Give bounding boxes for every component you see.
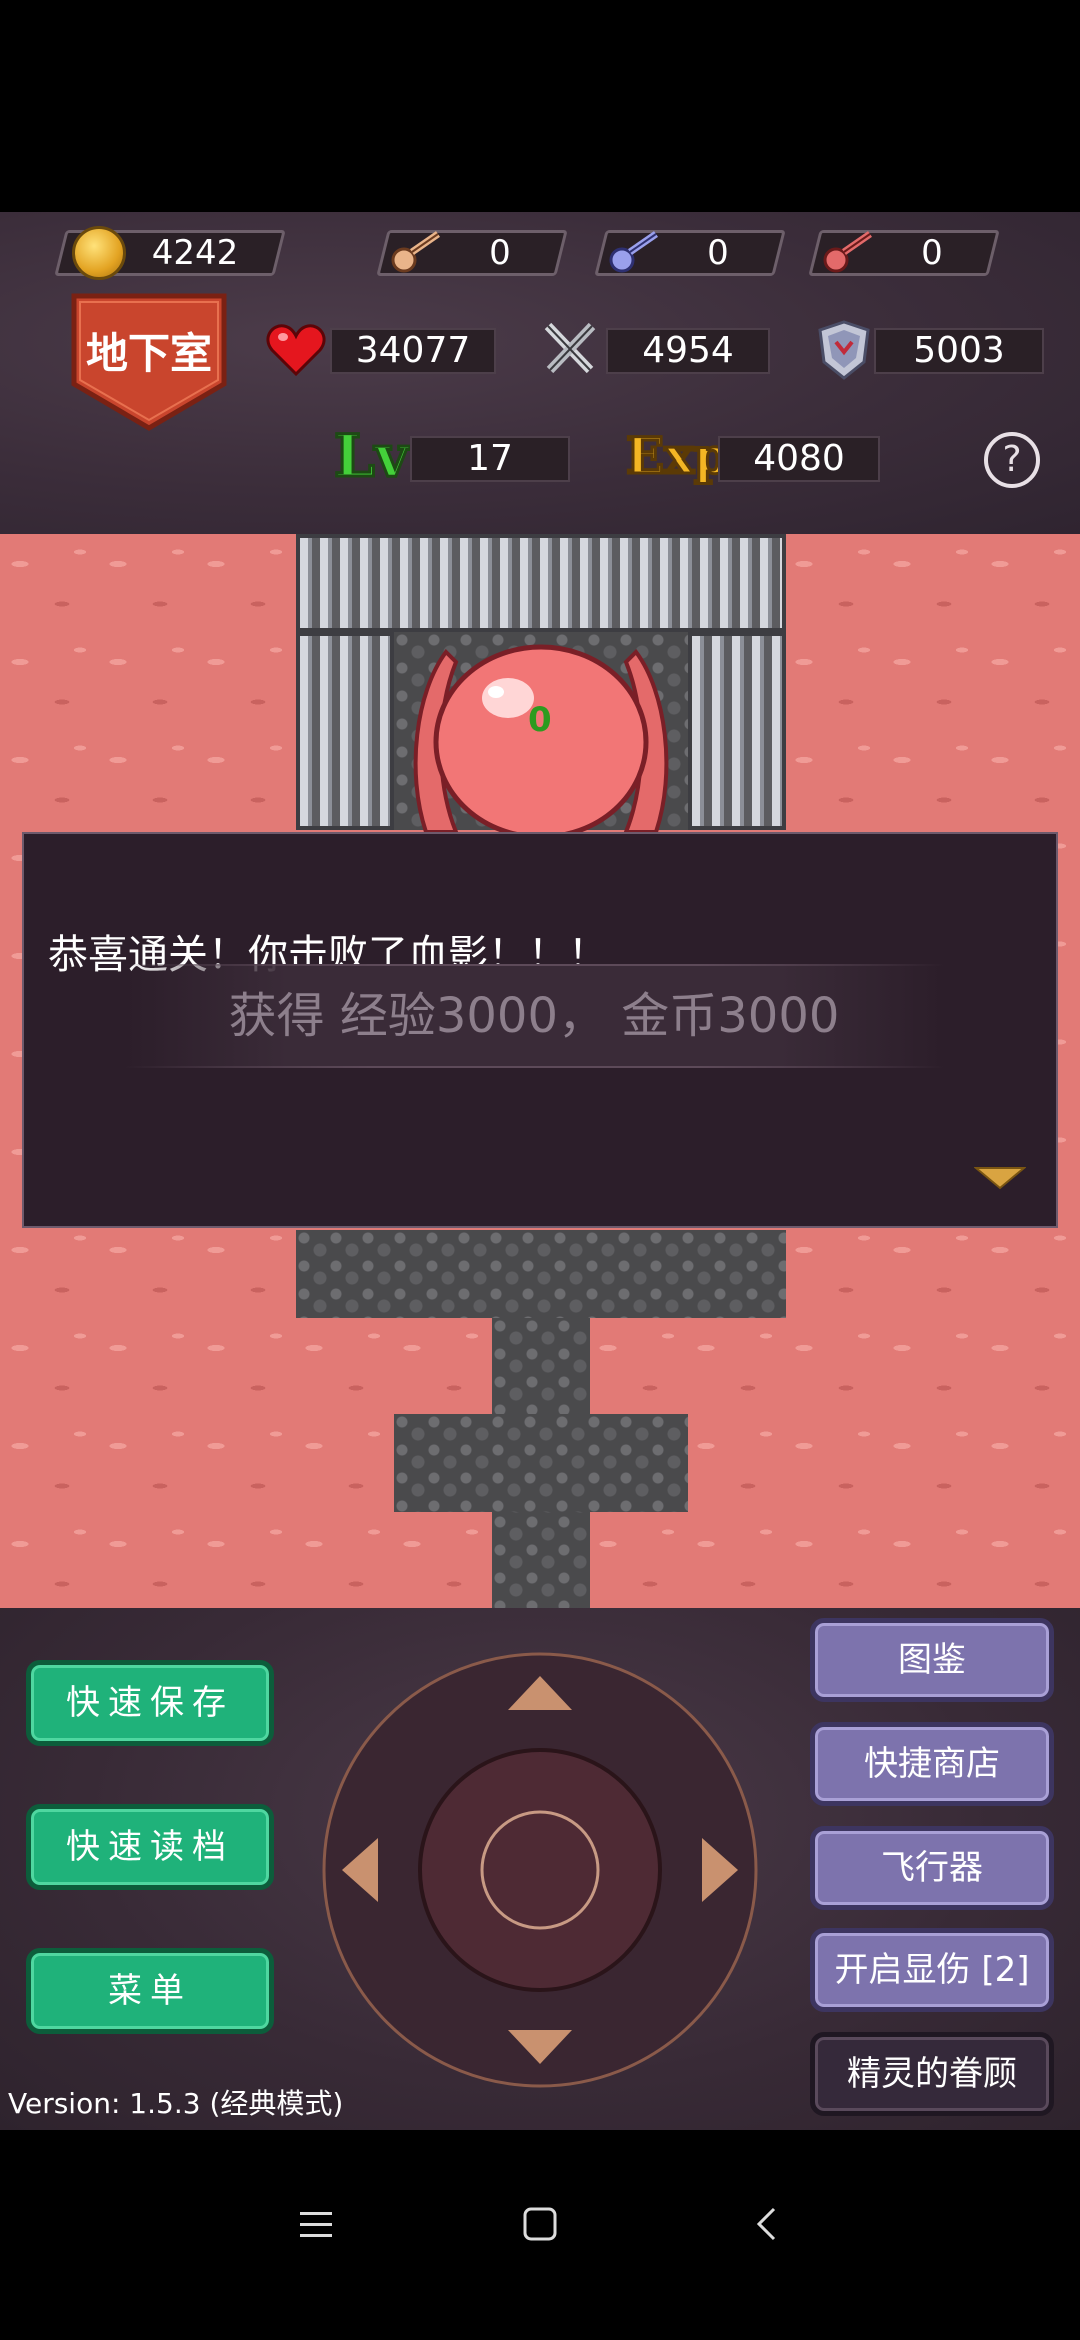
iron-wall-left bbox=[296, 632, 394, 830]
stone-path-cross bbox=[394, 1414, 688, 1512]
heart-icon bbox=[266, 324, 326, 377]
stone-path-top bbox=[296, 1230, 786, 1318]
sword-icon bbox=[544, 322, 596, 374]
status-hud: 4242 0 0 0 地下室 34077 4954 5003 Lv 17 Exp… bbox=[0, 212, 1080, 534]
menu-button[interactable]: 菜单 bbox=[26, 1948, 274, 2034]
level-value: 17 bbox=[467, 438, 513, 479]
exp-label: Exp bbox=[625, 425, 731, 487]
coin-icon bbox=[72, 226, 126, 280]
shield-icon bbox=[818, 320, 870, 380]
monster-book-button[interactable]: 图鉴 bbox=[810, 1618, 1054, 1702]
red-key-count: 0 bbox=[921, 233, 943, 273]
continue-arrow-icon[interactable] bbox=[974, 1166, 1026, 1190]
yellow-key-icon bbox=[391, 231, 440, 273]
quick-save-button[interactable]: 快速保存 bbox=[26, 1660, 274, 1746]
yellow-key-count: 0 bbox=[489, 233, 511, 273]
floor-name: 地下室 bbox=[85, 329, 212, 378]
blue-key-icon bbox=[609, 231, 658, 273]
quick-shop-button[interactable]: 快捷商店 bbox=[810, 1722, 1054, 1806]
exp-value: 4080 bbox=[753, 438, 845, 479]
nav-back-icon[interactable] bbox=[754, 2206, 778, 2242]
quick-load-button[interactable]: 快速读档 bbox=[26, 1804, 274, 1890]
version-label: Version: 1.5.3 (经典模式) bbox=[8, 2087, 344, 2120]
nav-home-icon[interactable] bbox=[522, 2206, 558, 2242]
red-key-icon bbox=[823, 231, 872, 273]
boss-damage-tag: 0 bbox=[528, 700, 552, 740]
defense-value: 5003 bbox=[913, 330, 1005, 371]
gold-value: 4242 bbox=[151, 233, 239, 273]
fly-button[interactable]: 飞行器 bbox=[810, 1826, 1054, 1910]
nav-menu-icon[interactable] bbox=[298, 2208, 334, 2242]
fairy-favor-button[interactable]: 精灵的眷顾 bbox=[810, 2032, 1054, 2116]
show-damage-button[interactable]: 开启显伤 [2] bbox=[810, 1928, 1054, 2012]
system-nav-bar bbox=[0, 2130, 1080, 2340]
dialog-reward: 获得 经验3000， 金币3000 bbox=[124, 964, 944, 1068]
iron-wall-right bbox=[688, 632, 786, 830]
hp-value: 34077 bbox=[355, 330, 471, 371]
help-icon[interactable]: ? bbox=[984, 432, 1040, 488]
attack-value: 4954 bbox=[642, 330, 734, 371]
control-panel: 快速保存 快速读档 菜单 图鉴 快捷商店 飞行器 开启显伤 [2] 精灵的眷顾 … bbox=[0, 1608, 1080, 2130]
victory-dialog[interactable]: 恭喜通关！你击败了血影！！！ 获得 经验3000， 金币3000 bbox=[22, 832, 1058, 1228]
level-label: Lv bbox=[332, 421, 410, 492]
game-screen: 4242 0 0 0 地下室 34077 4954 5003 Lv 17 Exp… bbox=[0, 0, 1080, 2340]
iron-wall-top bbox=[296, 534, 786, 632]
blue-key-count: 0 bbox=[707, 233, 729, 273]
dpad[interactable] bbox=[320, 1650, 760, 2090]
